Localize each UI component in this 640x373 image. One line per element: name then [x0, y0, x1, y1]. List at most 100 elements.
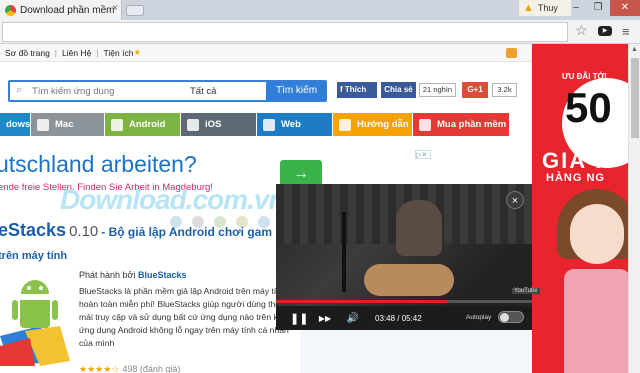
top-nav: Sơ đồ trang | Liên Hệ | Tiện ích ★ [0, 44, 532, 62]
category-icon [339, 118, 351, 131]
title-bar: Download phần mềm miễ × ▲ Thuy – ❐ ✕ [0, 0, 640, 20]
category-label: Hướng dẫn [357, 119, 409, 130]
promo-model [564, 269, 628, 373]
like-count: 21 nghìn [419, 83, 456, 97]
rating-count: 498 (đánh giá) [122, 364, 181, 373]
search-category-select[interactable]: Tất cả [190, 86, 216, 97]
category-6[interactable]: Mua phần mềm [413, 113, 510, 136]
search-button[interactable]: Tìm kiếm [266, 82, 327, 100]
youtube-extension-icon[interactable]: ▶ [598, 26, 612, 36]
category-2[interactable]: Android [105, 113, 181, 136]
category-4[interactable]: Web [257, 113, 333, 136]
google-plus-button[interactable]: G+1 [462, 82, 488, 98]
promo-line2: GIÁ R [542, 148, 614, 173]
browser-toolbar [0, 20, 640, 44]
category-icon [263, 118, 275, 131]
minimize-button[interactable]: – [564, 0, 588, 16]
category-5[interactable]: Hướng dẫn [333, 113, 413, 136]
menu-icon[interactable]: ≡ [622, 24, 630, 39]
video-close-button[interactable]: × [506, 191, 524, 209]
category-label: Android [129, 119, 166, 130]
autoplay-knob [500, 313, 509, 322]
video-mic-stand [342, 212, 346, 292]
facebook-share-button[interactable]: Chia sẻ [381, 82, 416, 98]
tab-title: Download phần mềm miễ [20, 4, 116, 16]
floating-video-player[interactable]: YouTube × ❚❚ ▶▶ 🔊 03:48 / 05:42 Autoplay [276, 184, 540, 330]
watermark: Download.com.vn [60, 184, 286, 215]
browser-tab[interactable]: Download phần mềm miễ × [0, 0, 122, 20]
video-performer [396, 200, 442, 256]
facebook-like-button[interactable]: f Thích [337, 82, 377, 98]
category-label: Mua phần mềm [437, 119, 507, 130]
video-guitar [364, 264, 454, 296]
video-frame[interactable]: YouTube [276, 184, 540, 306]
search-box: ⌕ Tất cả Tìm kiếm [8, 80, 327, 102]
close-window-button[interactable]: ✕ [610, 0, 640, 16]
rating: ★★★★☆ 498 (đánh giá) [79, 364, 180, 373]
article-title-rest: - Bộ giả lập Android chơi gam [101, 225, 273, 239]
category-1[interactable]: Mac [31, 113, 105, 136]
profile-name: Thuy [537, 3, 558, 13]
rss-icon[interactable] [506, 48, 517, 58]
scroll-up-icon[interactable]: ▲ [631, 46, 638, 53]
page-scrollbar[interactable]: ▲ [628, 44, 640, 373]
category-bar: dows Mac Android iOS Web Hướng dẫn Mua phần mề… [0, 113, 510, 136]
rating-stars: ★★★★☆ [79, 364, 120, 373]
favicon-icon [5, 4, 16, 16]
publisher-prefix: Phát hành bởi [79, 270, 136, 280]
article-description: BlueStacks là phần mềm giả lập Android t… [79, 286, 289, 348]
article-app-name: eStacks [0, 220, 67, 240]
video-controls: ❚❚ ▶▶ 🔊 03:48 / 05:42 Autoplay [276, 306, 532, 330]
browser-window: Download phần mềm miễ × ▲ Thuy – ❐ ✕ ☆ ▶… [0, 0, 640, 373]
bluestacks-logo [0, 280, 70, 366]
maximize-button[interactable]: ❐ [586, 0, 610, 16]
nav-contact[interactable]: Liên Hệ [62, 48, 91, 58]
bookmark-star-icon[interactable]: ☆ [575, 22, 588, 39]
screenshot-preview [300, 330, 530, 373]
gplus-count: 3.2k [492, 83, 517, 97]
adchoices-icon[interactable]: ▷✕ [415, 150, 431, 159]
video-progress-fill [276, 300, 447, 303]
address-bar[interactable] [2, 22, 568, 42]
category-label: iOS [205, 119, 222, 130]
video-progress-bar[interactable] [276, 300, 532, 303]
article-title: eStacks 0.10- Bộ giả lập Android chơi gam [0, 220, 272, 241]
new-tab-button[interactable] [126, 5, 144, 16]
pause-button[interactable]: ❚❚ [290, 312, 308, 325]
nav-separator: | [54, 47, 58, 58]
publisher-line: Phát hành bởi BlueStacks [79, 270, 187, 280]
nav-separator: | [96, 47, 99, 58]
autoplay-toggle[interactable] [498, 311, 524, 323]
scrollbar-thumb[interactable] [631, 58, 639, 138]
nav-sitemap[interactable]: Sơ đồ trang [5, 48, 50, 58]
promo-line3: HÀNG NG [546, 172, 605, 184]
volume-icon[interactable]: 🔊 [346, 313, 360, 324]
category-icon [37, 118, 49, 131]
promo-banner[interactable]: ƯU ĐÃI TỚI 50 GIÁ R HÀNG NG [532, 44, 628, 373]
like-label: Thích [344, 85, 367, 94]
ad-title[interactable]: utschland arbeiten? [0, 151, 197, 178]
autoplay-label: Autoplay [466, 314, 492, 321]
article-version: 0.10 [69, 223, 99, 240]
search-icon: ⌕ [16, 84, 23, 96]
promo-model-face [570, 204, 624, 264]
category-3[interactable]: iOS [181, 113, 257, 136]
nav-utilities[interactable]: Tiện ích [104, 48, 134, 58]
youtube-logo-icon[interactable]: YouTube [512, 288, 540, 294]
category-icon [111, 118, 123, 131]
warning-icon: ▲ [523, 2, 534, 14]
tab-close-icon[interactable]: × [112, 3, 118, 14]
star-icon: ★ [133, 47, 142, 57]
category-label: Mac [55, 119, 74, 130]
category-label: Web [281, 119, 301, 130]
publisher-link[interactable]: BlueStacks [138, 270, 187, 280]
promo-line1: ƯU ĐÃI TỚI [562, 72, 607, 81]
category-label: dows [6, 119, 31, 130]
category-icon [187, 118, 199, 131]
next-button[interactable]: ▶▶ [318, 314, 332, 323]
article-subtitle: trên máy tính [0, 250, 68, 262]
category-icon [419, 118, 431, 131]
promo-big-number: 50 [565, 84, 612, 131]
search-input[interactable] [32, 86, 172, 97]
category-0[interactable]: dows [0, 113, 31, 136]
